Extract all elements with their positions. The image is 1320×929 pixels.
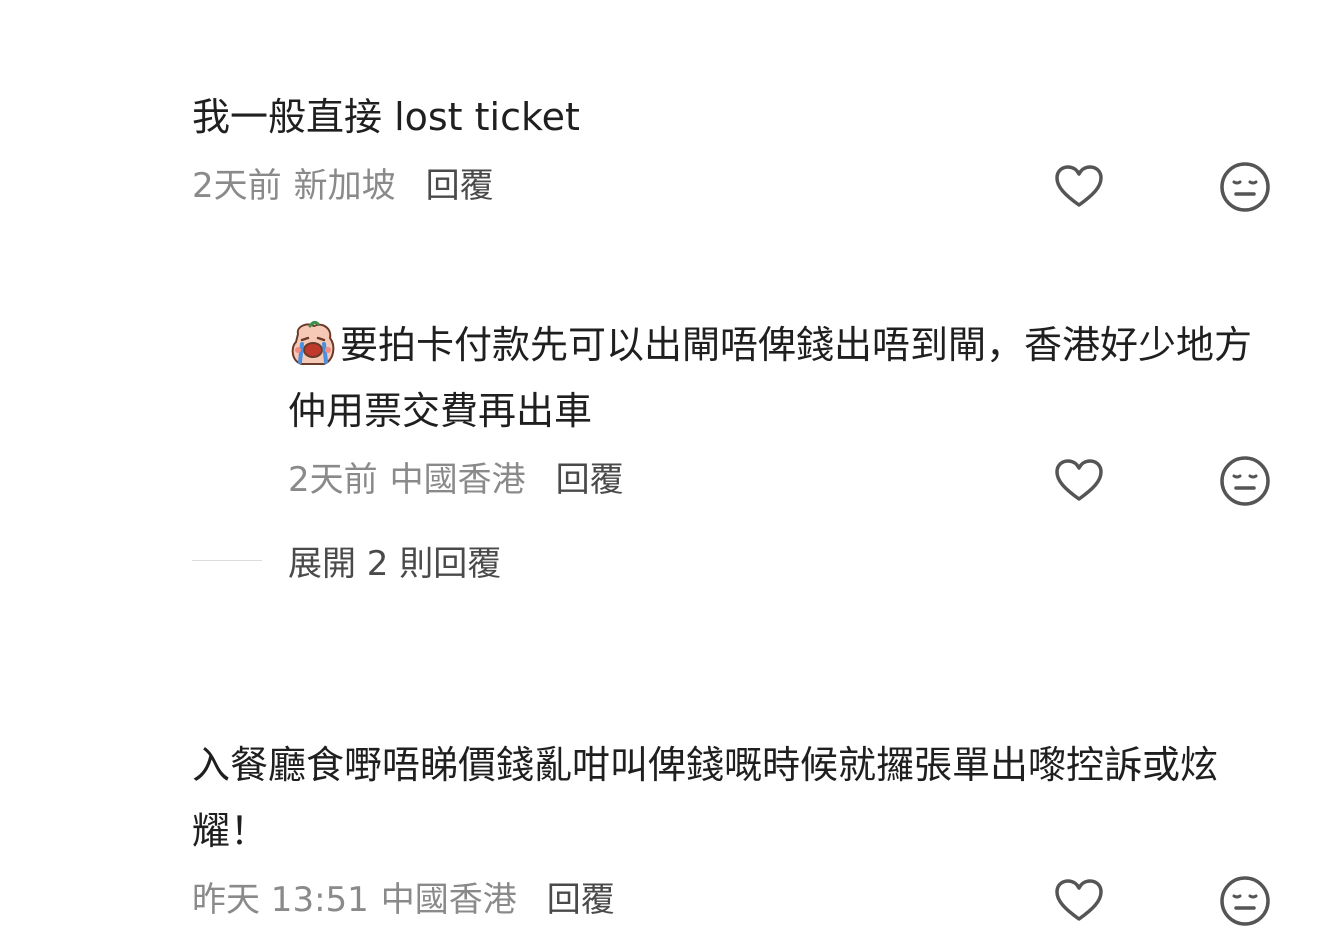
comment-item: 入餐廳食嘢唔睇價錢亂咁叫俾錢嘅時候就攞張單出嚟控訴或炫耀！ bbox=[192, 732, 1252, 864]
comment-time: 2天前 bbox=[192, 166, 282, 206]
reply-text: 要拍卡付款先可以出閘唔俾錢出唔到閘，香港好少地方仲用票交費再出車 bbox=[288, 323, 1253, 433]
comment-time: 昨天 13:51 bbox=[192, 880, 369, 920]
neutral-face-icon[interactable] bbox=[1218, 874, 1272, 928]
crying-face-emoji-icon bbox=[288, 318, 338, 368]
comment-location: 中國香港 bbox=[389, 460, 526, 500]
reply-comment-item: 要拍卡付款先可以出閘唔俾錢出唔到閘，香港好少地方仲用票交費再出車 bbox=[288, 312, 1273, 444]
heart-icon[interactable] bbox=[1052, 874, 1106, 928]
neutral-face-icon[interactable] bbox=[1218, 160, 1272, 214]
neutral-face-icon[interactable] bbox=[1218, 454, 1272, 508]
comment-location: 新加坡 bbox=[293, 166, 396, 206]
comment-location: 中國香港 bbox=[380, 880, 517, 920]
heart-icon[interactable] bbox=[1052, 160, 1106, 214]
comment-meta: 2天前 中國香港 回覆 bbox=[288, 460, 624, 500]
comment-text: 入餐廳食嘢唔睇價錢亂咁叫俾錢嘅時候就攞張單出嚟控訴或炫耀！ bbox=[192, 743, 1219, 853]
comment-time: 2天前 bbox=[288, 460, 378, 500]
reply-button[interactable]: 回覆 bbox=[556, 460, 624, 500]
comment-meta: 2天前 新加坡 回覆 bbox=[192, 166, 494, 206]
comment-text: 要拍卡付款先可以出閘唔俾錢出唔到閘，香港好少地方仲用票交費再出車 bbox=[288, 312, 1273, 444]
comment-text: 我一般直接 lost ticket bbox=[192, 95, 580, 139]
expand-replies-label: 展開 2 則回覆 bbox=[288, 543, 502, 584]
reply-button[interactable]: 回覆 bbox=[426, 166, 494, 206]
heart-icon[interactable] bbox=[1052, 454, 1106, 508]
divider-line bbox=[192, 559, 262, 561]
comment-item: 我一般直接 lost ticket bbox=[192, 84, 1192, 150]
reply-button[interactable]: 回覆 bbox=[547, 880, 615, 920]
comment-meta: 昨天 13:51 中國香港 回覆 bbox=[192, 880, 615, 920]
expand-replies-button[interactable]: 展開 2 則回覆 bbox=[192, 538, 502, 584]
